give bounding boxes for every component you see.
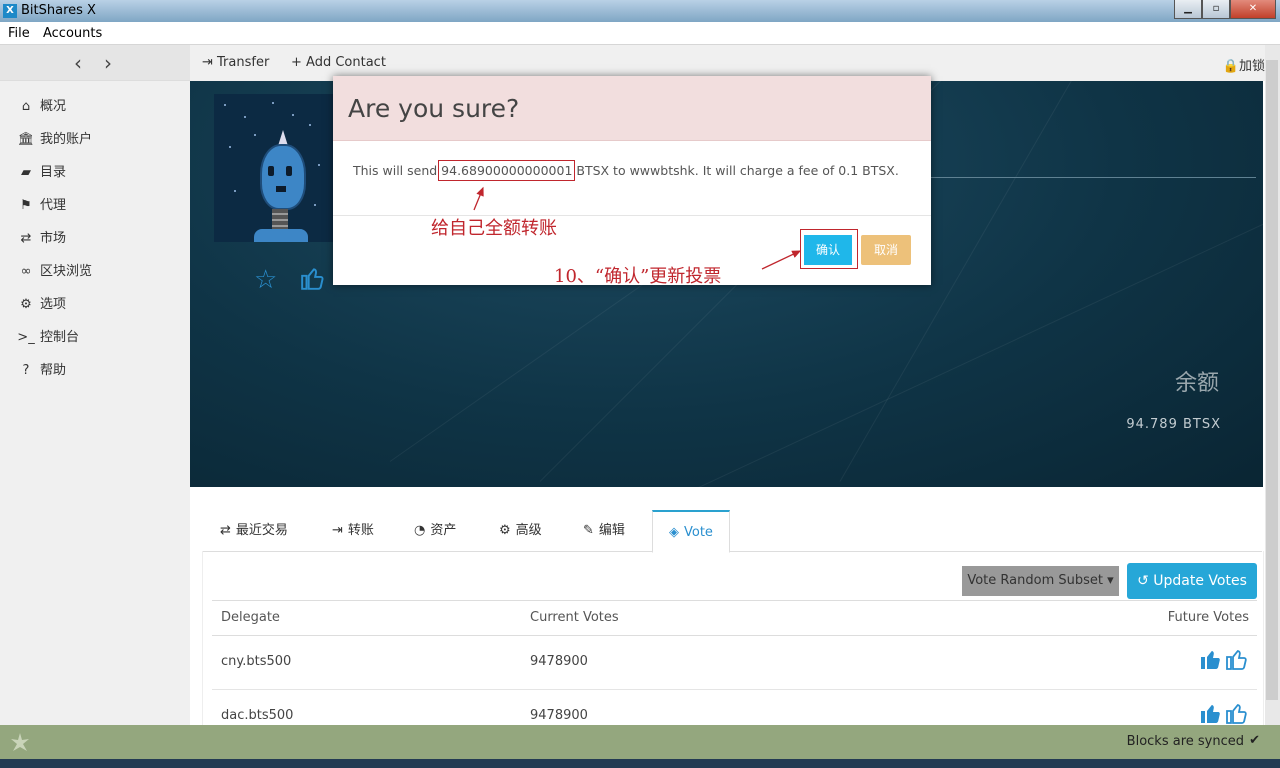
send-amount: 94.68900000000001 (438, 160, 576, 181)
dialog-message: This will send 94.68900000000001 BTSX to… (353, 160, 899, 181)
dialog-body: This will send 94.68900000000001 BTSX to… (333, 141, 931, 216)
annotation-self-transfer: 给自己全额转账 (431, 218, 557, 239)
cancel-button[interactable]: 取消 (861, 235, 911, 265)
annotation-confirm-step: 10、“确认”更新投票 (554, 266, 722, 287)
dialog-title: Are you sure? (348, 94, 520, 123)
confirm-dialog: Are you sure? This will send 94.68900000… (333, 76, 931, 285)
dialog-header: Are you sure? (333, 76, 931, 141)
confirm-button[interactable]: 确认 (804, 235, 852, 265)
modal-overlay: Are you sure? This will send 94.68900000… (0, 0, 1280, 768)
